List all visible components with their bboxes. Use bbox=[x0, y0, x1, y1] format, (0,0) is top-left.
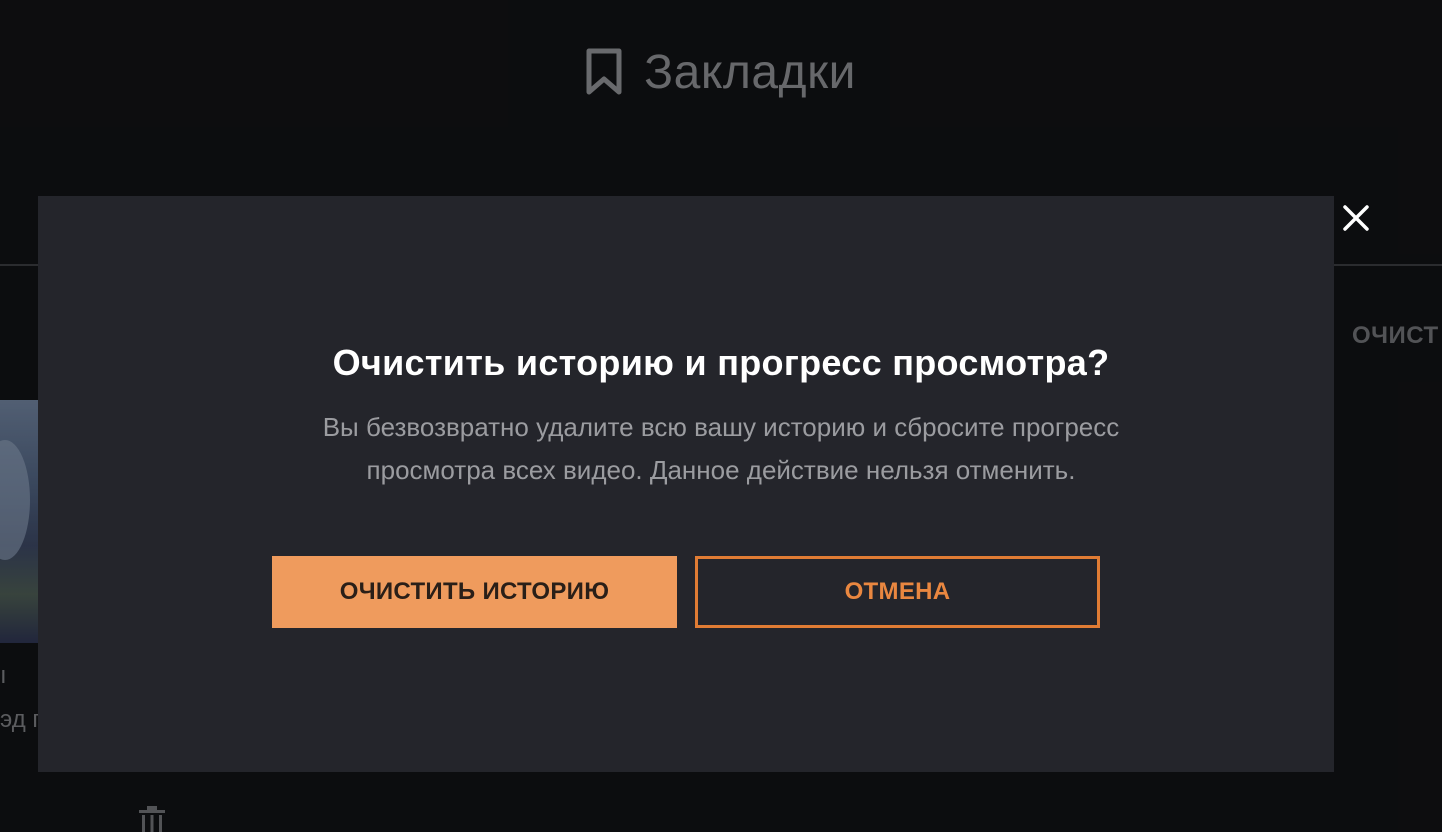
dialog-description: Вы безвозвратно удалите всю вашу историю… bbox=[221, 406, 1221, 492]
dialog-description-line1: Вы безвозвратно удалите всю вашу историю… bbox=[322, 412, 1120, 442]
dialog-description-line2: просмотра всех видео. Данное действие не… bbox=[366, 455, 1076, 485]
cancel-button[interactable]: ОТМЕНА bbox=[695, 556, 1100, 628]
close-icon[interactable] bbox=[1336, 198, 1376, 238]
clear-history-button[interactable]: ОЧИСТИТЬ ИСТОРИЮ bbox=[272, 556, 677, 628]
page: Закладки ОЧИСТ ı эд г Очистить историю и… bbox=[0, 0, 1442, 832]
dialog-title: Очистить историю и прогресс просмотра? bbox=[332, 342, 1110, 383]
